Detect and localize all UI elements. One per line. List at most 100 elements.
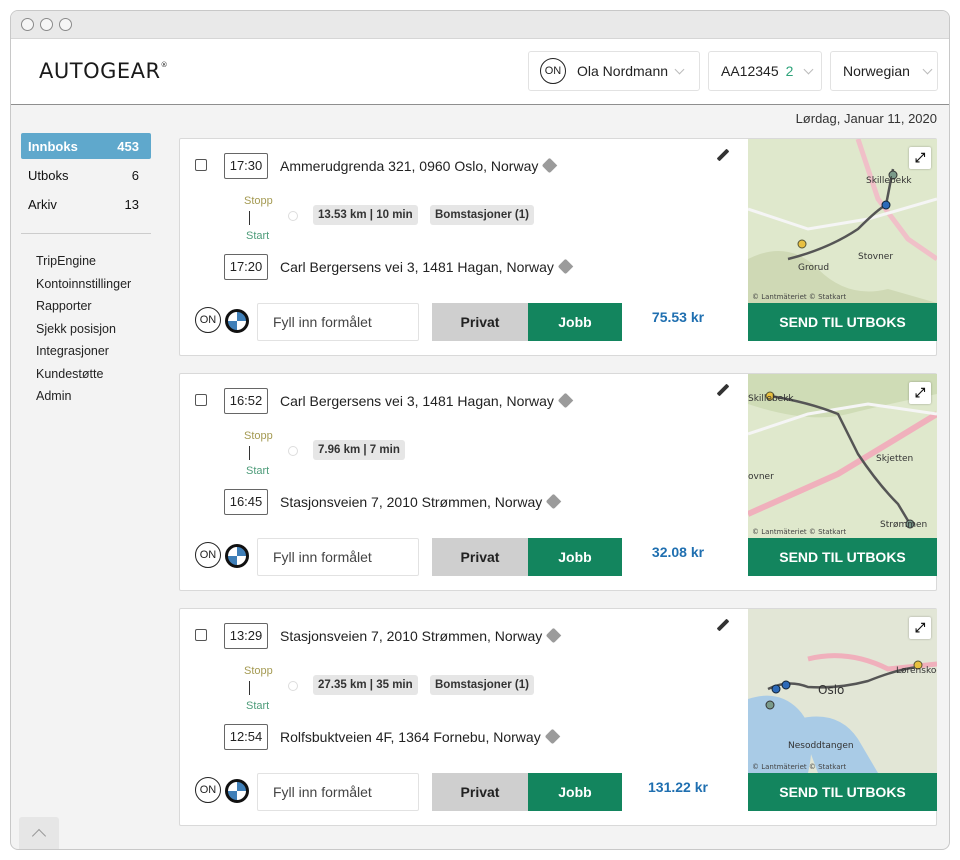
route-radio[interactable] bbox=[288, 211, 298, 221]
title-bar bbox=[11, 11, 949, 39]
sidebar: Innboks 453 Utboks 6 Arkiv 13 TripEngine… bbox=[21, 133, 151, 408]
tag-icon[interactable] bbox=[557, 258, 574, 275]
jobb-button[interactable]: Jobb bbox=[528, 303, 622, 341]
route-connector bbox=[249, 446, 250, 460]
toll-badge: Bomstasjoner (1) bbox=[430, 675, 534, 695]
nav-admin[interactable]: Admin bbox=[21, 385, 151, 408]
trip-map[interactable]: Oslo Lørenskog Nesoddtangen © Lantmäteri… bbox=[748, 609, 937, 773]
folder-count: 13 bbox=[124, 196, 139, 212]
language-selector[interactable]: Norwegian bbox=[830, 51, 938, 91]
map-place-label: Nesoddtangen bbox=[788, 741, 854, 751]
map-place-label: Skillebekk bbox=[866, 176, 912, 186]
stop-time: 17:30 bbox=[224, 153, 268, 179]
stopp-label: Stopp bbox=[244, 195, 273, 207]
map-credit: © Lantmäteriet © Statkart bbox=[752, 763, 847, 771]
bmw-logo-icon bbox=[225, 779, 249, 803]
trip-card: 13:29 Stasjonsveien 7, 2010 Strømmen, No… bbox=[179, 608, 937, 826]
nav-sjekk-posisjon[interactable]: Sjekk posisjon bbox=[21, 318, 151, 341]
window-close-button[interactable] bbox=[21, 18, 34, 31]
stop-address-text: Ammerudgrenda 321, 0960 Oslo, Norway bbox=[280, 158, 539, 174]
edit-pencil-icon[interactable] bbox=[716, 618, 730, 632]
tag-icon[interactable] bbox=[545, 493, 562, 510]
edit-pencil-icon[interactable] bbox=[716, 383, 730, 397]
toll-badge: Bomstasjoner (1) bbox=[430, 205, 534, 225]
expand-map-icon[interactable]: ⤢ bbox=[909, 617, 931, 639]
expand-map-icon[interactable]: ⤢ bbox=[909, 382, 931, 404]
route-radio[interactable] bbox=[288, 681, 298, 691]
map-place-label: Oslo bbox=[818, 683, 845, 697]
autogear-logo[interactable]: AUTOGEAR® bbox=[39, 59, 168, 83]
jobb-button[interactable]: Jobb bbox=[528, 538, 622, 576]
tag-icon[interactable] bbox=[542, 157, 558, 174]
folder-count: 6 bbox=[131, 167, 139, 183]
send-to-outbox-button[interactable]: SEND TIL UTBOKS bbox=[748, 773, 937, 811]
privat-button[interactable]: Privat bbox=[432, 303, 528, 341]
chevron-down-icon bbox=[922, 64, 933, 74]
tag-icon[interactable] bbox=[557, 392, 574, 409]
folder-count: 453 bbox=[117, 138, 139, 154]
trip-card: 16:52 Carl Bergersens vei 3, 1481 Hagan,… bbox=[179, 373, 937, 591]
distance-badge: 7.96 km | 7 min bbox=[313, 440, 405, 460]
stop-address-text: Stasjonsveien 7, 2010 Strømmen, Norway bbox=[280, 628, 543, 644]
route-radio[interactable] bbox=[288, 446, 298, 456]
map-place-label: Stovner bbox=[858, 252, 894, 262]
window-minimize-button[interactable] bbox=[40, 18, 53, 31]
nav-rapporter[interactable]: Rapporter bbox=[21, 295, 151, 318]
purpose-input[interactable]: Fyll inn formålet bbox=[257, 538, 419, 576]
map-place-label: Skjetten bbox=[876, 454, 914, 464]
trip-checkbox[interactable] bbox=[195, 629, 207, 641]
scroll-up-button[interactable] bbox=[19, 817, 59, 849]
chevron-down-icon bbox=[674, 64, 685, 74]
start-time: 16:45 bbox=[224, 489, 268, 515]
privat-button[interactable]: Privat bbox=[432, 538, 528, 576]
bmw-logo-icon bbox=[225, 309, 249, 333]
folder-arkiv[interactable]: Arkiv 13 bbox=[21, 191, 151, 217]
nav-kundestotte[interactable]: Kundestøtte bbox=[21, 363, 151, 386]
send-to-outbox-button[interactable]: SEND TIL UTBOKS bbox=[748, 538, 937, 576]
trip-amount: 131.22 kr bbox=[648, 779, 708, 795]
expand-map-icon[interactable]: ⤢ bbox=[909, 147, 931, 169]
nav-tripengine[interactable]: TripEngine bbox=[21, 250, 151, 273]
on-badge: ON bbox=[195, 307, 221, 333]
user-menu[interactable]: ON Ola Nordmann bbox=[528, 51, 700, 91]
sidebar-divider bbox=[21, 233, 151, 234]
stop-address: Carl Bergersens vei 3, 1481 Hagan, Norwa… bbox=[280, 392, 574, 409]
start-label: Start bbox=[246, 465, 270, 477]
folder-innboks[interactable]: Innboks 453 bbox=[21, 133, 151, 159]
bmw-logo-icon bbox=[225, 544, 249, 568]
trip-checkbox[interactable] bbox=[195, 394, 207, 406]
distance-badge: 13.53 km | 10 min bbox=[313, 205, 418, 225]
user-name: Ola Nordmann bbox=[577, 63, 669, 79]
map-place-label: Grorud bbox=[798, 263, 830, 273]
edit-pencil-icon[interactable] bbox=[716, 148, 730, 162]
purpose-input[interactable]: Fyll inn formålet bbox=[257, 303, 419, 341]
start-address-text: Carl Bergersens vei 3, 1481 Hagan, Norwa… bbox=[280, 259, 554, 275]
tag-icon[interactable] bbox=[544, 728, 560, 745]
start-address: Rolfsbuktveien 4F, 1364 Fornebu, Norway bbox=[280, 728, 560, 745]
trip-card: 17:30 Ammerudgrenda 321, 0960 Oslo, Norw… bbox=[179, 138, 937, 356]
privat-button[interactable]: Privat bbox=[432, 773, 528, 811]
tag-icon[interactable] bbox=[545, 627, 562, 644]
trip-map[interactable]: Skillebekk Stovner Grorud © Lantmäteriet… bbox=[748, 139, 937, 303]
trip-checkbox[interactable] bbox=[195, 159, 207, 171]
map-place-label: ovner bbox=[748, 472, 774, 482]
user-on-badge: ON bbox=[540, 58, 566, 84]
chevron-up-icon bbox=[31, 828, 47, 844]
send-to-outbox-button[interactable]: SEND TIL UTBOKS bbox=[748, 303, 937, 341]
nav-integrasjoner[interactable]: Integrasjoner bbox=[21, 340, 151, 363]
nav-kontoinnstillinger[interactable]: Kontoinnstillinger bbox=[21, 273, 151, 296]
jobb-button[interactable]: Jobb bbox=[528, 773, 622, 811]
app-window: AUTOGEAR® ON Ola Nordmann AA12345 2 Norw… bbox=[10, 10, 950, 850]
map-credit: © Lantmäteriet © Statkart bbox=[752, 528, 847, 536]
on-badge: ON bbox=[195, 542, 221, 568]
folder-label: Innboks bbox=[28, 138, 78, 154]
stop-address: Stasjonsveien 7, 2010 Strømmen, Norway bbox=[280, 627, 562, 644]
stop-address: Ammerudgrenda 321, 0960 Oslo, Norway bbox=[280, 157, 558, 174]
purpose-input[interactable]: Fyll inn formålet bbox=[257, 773, 419, 811]
window-maximize-button[interactable] bbox=[59, 18, 72, 31]
language-label: Norwegian bbox=[843, 63, 910, 79]
folder-utboks[interactable]: Utboks 6 bbox=[21, 162, 151, 188]
map-credit: © Lantmäteriet © Statkart bbox=[752, 293, 847, 301]
vehicle-selector[interactable]: AA12345 2 bbox=[708, 51, 822, 91]
trip-map[interactable]: Skillebekk Skjetten ovner Strømmen © Lan… bbox=[748, 374, 937, 538]
